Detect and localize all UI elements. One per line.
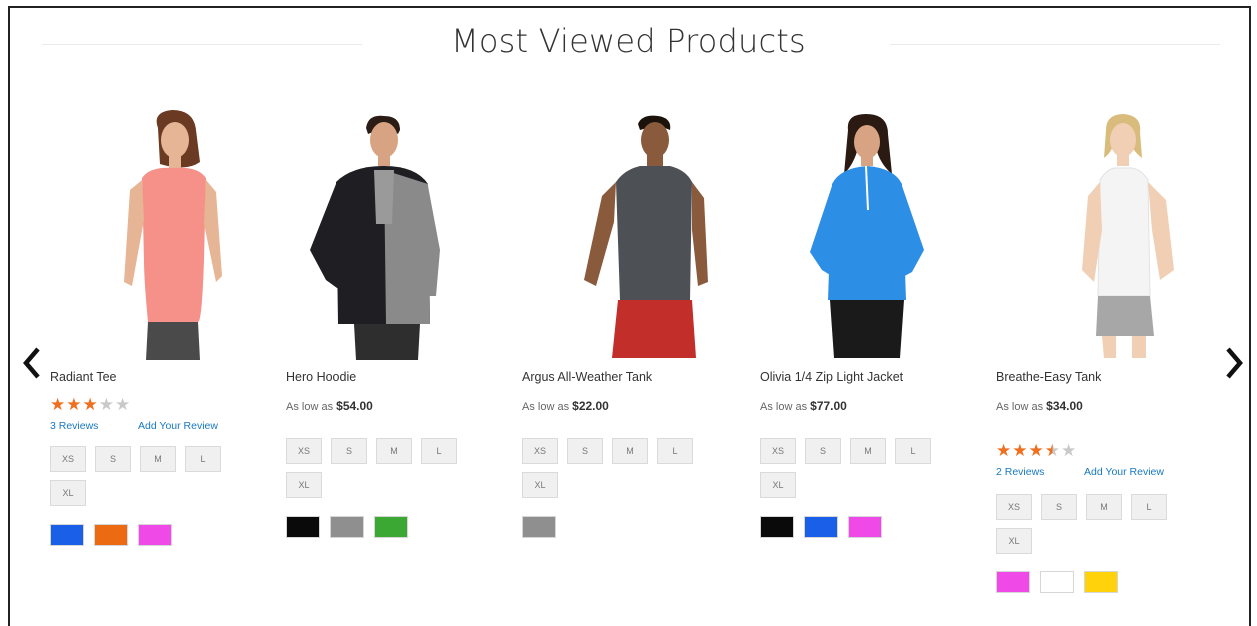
add-review-link[interactable]: Add Your Review (138, 420, 218, 432)
star-icon: ★ (115, 395, 131, 414)
price-value: $34.00 (1046, 399, 1083, 413)
color-swatches (286, 516, 408, 538)
color-swatches (50, 524, 172, 546)
product-price: As low as $77.00 (760, 399, 847, 413)
size-options: XS S M L XL (760, 438, 950, 506)
product-price: As low as $22.00 (522, 399, 609, 413)
product-image[interactable] (558, 100, 728, 360)
reviews-link[interactable]: 3 Reviews (50, 420, 138, 432)
size-option-l[interactable]: L (421, 438, 457, 464)
size-option-s[interactable]: S (805, 438, 841, 464)
price-value: $22.00 (572, 399, 609, 413)
size-option-xs[interactable]: XS (50, 446, 86, 472)
color-swatch[interactable] (760, 516, 794, 538)
price-prefix: As low as (522, 401, 570, 413)
star-icon: ★ (82, 395, 98, 414)
reviews-link[interactable]: 2 Reviews (996, 466, 1084, 478)
color-swatches (996, 571, 1118, 593)
size-option-s[interactable]: S (331, 438, 367, 464)
product-name[interactable]: Olivia 1/4 Zip Light Jacket (760, 370, 903, 384)
size-option-l[interactable]: L (895, 438, 931, 464)
product-name[interactable]: Argus All-Weather Tank (522, 370, 652, 384)
title-divider-right (890, 44, 1220, 45)
color-swatch[interactable] (996, 571, 1030, 593)
size-option-m[interactable]: M (140, 446, 176, 472)
size-option-l[interactable]: L (1131, 494, 1167, 520)
size-option-xl[interactable]: XL (996, 528, 1032, 554)
reviews-row: 2 Reviews Add Your Review (996, 466, 1164, 478)
star-icon: ★ (98, 395, 114, 414)
color-swatch[interactable] (94, 524, 128, 546)
color-swatch[interactable] (374, 516, 408, 538)
product-price: As low as $54.00 (286, 399, 373, 413)
star-icon: ★ (1061, 441, 1077, 460)
size-option-xs[interactable]: XS (760, 438, 796, 464)
color-swatch[interactable] (1084, 571, 1118, 593)
color-swatches (760, 516, 882, 538)
chevron-left-icon (23, 347, 40, 379)
product-image[interactable] (782, 100, 952, 360)
size-option-m[interactable]: M (1086, 494, 1122, 520)
size-options: XS S M L XL (50, 446, 240, 514)
color-swatch[interactable] (138, 524, 172, 546)
color-swatch[interactable] (1040, 571, 1074, 593)
add-review-link[interactable]: Add Your Review (1084, 466, 1164, 478)
product-name[interactable]: Radiant Tee (50, 370, 117, 384)
price-prefix: As low as (996, 401, 1044, 413)
size-option-xs[interactable]: XS (286, 438, 322, 464)
section-title: Most Viewed Products (451, 22, 806, 60)
size-options: XS S M L XL (996, 494, 1186, 562)
price-value: $54.00 (336, 399, 373, 413)
color-swatch[interactable] (804, 516, 838, 538)
size-option-xl[interactable]: XL (286, 472, 322, 498)
size-option-s[interactable]: S (1041, 494, 1077, 520)
size-option-xl[interactable]: XL (760, 472, 796, 498)
star-icon: ★ (50, 395, 66, 414)
product-name[interactable]: Hero Hoodie (286, 370, 356, 384)
price-prefix: As low as (760, 401, 808, 413)
carousel-next-button[interactable] (1222, 346, 1246, 380)
product-image[interactable] (296, 100, 466, 360)
star-icon: ★ (1012, 441, 1028, 460)
star-icon: ★ (66, 395, 82, 414)
price-prefix: As low as (286, 401, 334, 413)
size-option-s[interactable]: S (567, 438, 603, 464)
star-icon: ★ (1028, 441, 1044, 460)
size-option-m[interactable]: M (376, 438, 412, 464)
color-swatch[interactable] (330, 516, 364, 538)
color-swatch[interactable] (50, 524, 84, 546)
star-icon: ★ (1044, 441, 1060, 460)
size-options: XS S M L XL (522, 438, 712, 506)
size-option-xl[interactable]: XL (522, 472, 558, 498)
star-icon: ★ (996, 441, 1012, 460)
size-option-xl[interactable]: XL (50, 480, 86, 506)
product-name[interactable]: Breathe-Easy Tank (996, 370, 1101, 384)
color-swatch[interactable] (848, 516, 882, 538)
size-option-l[interactable]: L (657, 438, 693, 464)
size-option-m[interactable]: M (850, 438, 886, 464)
reviews-row: 3 Reviews Add Your Review (50, 420, 218, 432)
size-option-s[interactable]: S (95, 446, 131, 472)
product-image[interactable] (90, 100, 260, 360)
size-option-l[interactable]: L (185, 446, 221, 472)
color-swatch[interactable] (286, 516, 320, 538)
size-option-xs[interactable]: XS (996, 494, 1032, 520)
rating-stars: ★ ★ ★ ★ ★ (50, 396, 130, 413)
product-image[interactable] (1036, 100, 1206, 360)
section-header: Most Viewed Products (0, 0, 1257, 80)
carousel-prev-button[interactable] (20, 346, 44, 380)
size-option-m[interactable]: M (612, 438, 648, 464)
size-option-xs[interactable]: XS (522, 438, 558, 464)
price-value: $77.00 (810, 399, 847, 413)
color-swatch[interactable] (522, 516, 556, 538)
size-options: XS S M L XL (286, 438, 476, 506)
color-swatches (522, 516, 556, 538)
rating-stars: ★ ★ ★ ★ ★ (996, 442, 1076, 459)
chevron-right-icon (1226, 347, 1243, 379)
product-price: As low as $34.00 (996, 399, 1083, 413)
